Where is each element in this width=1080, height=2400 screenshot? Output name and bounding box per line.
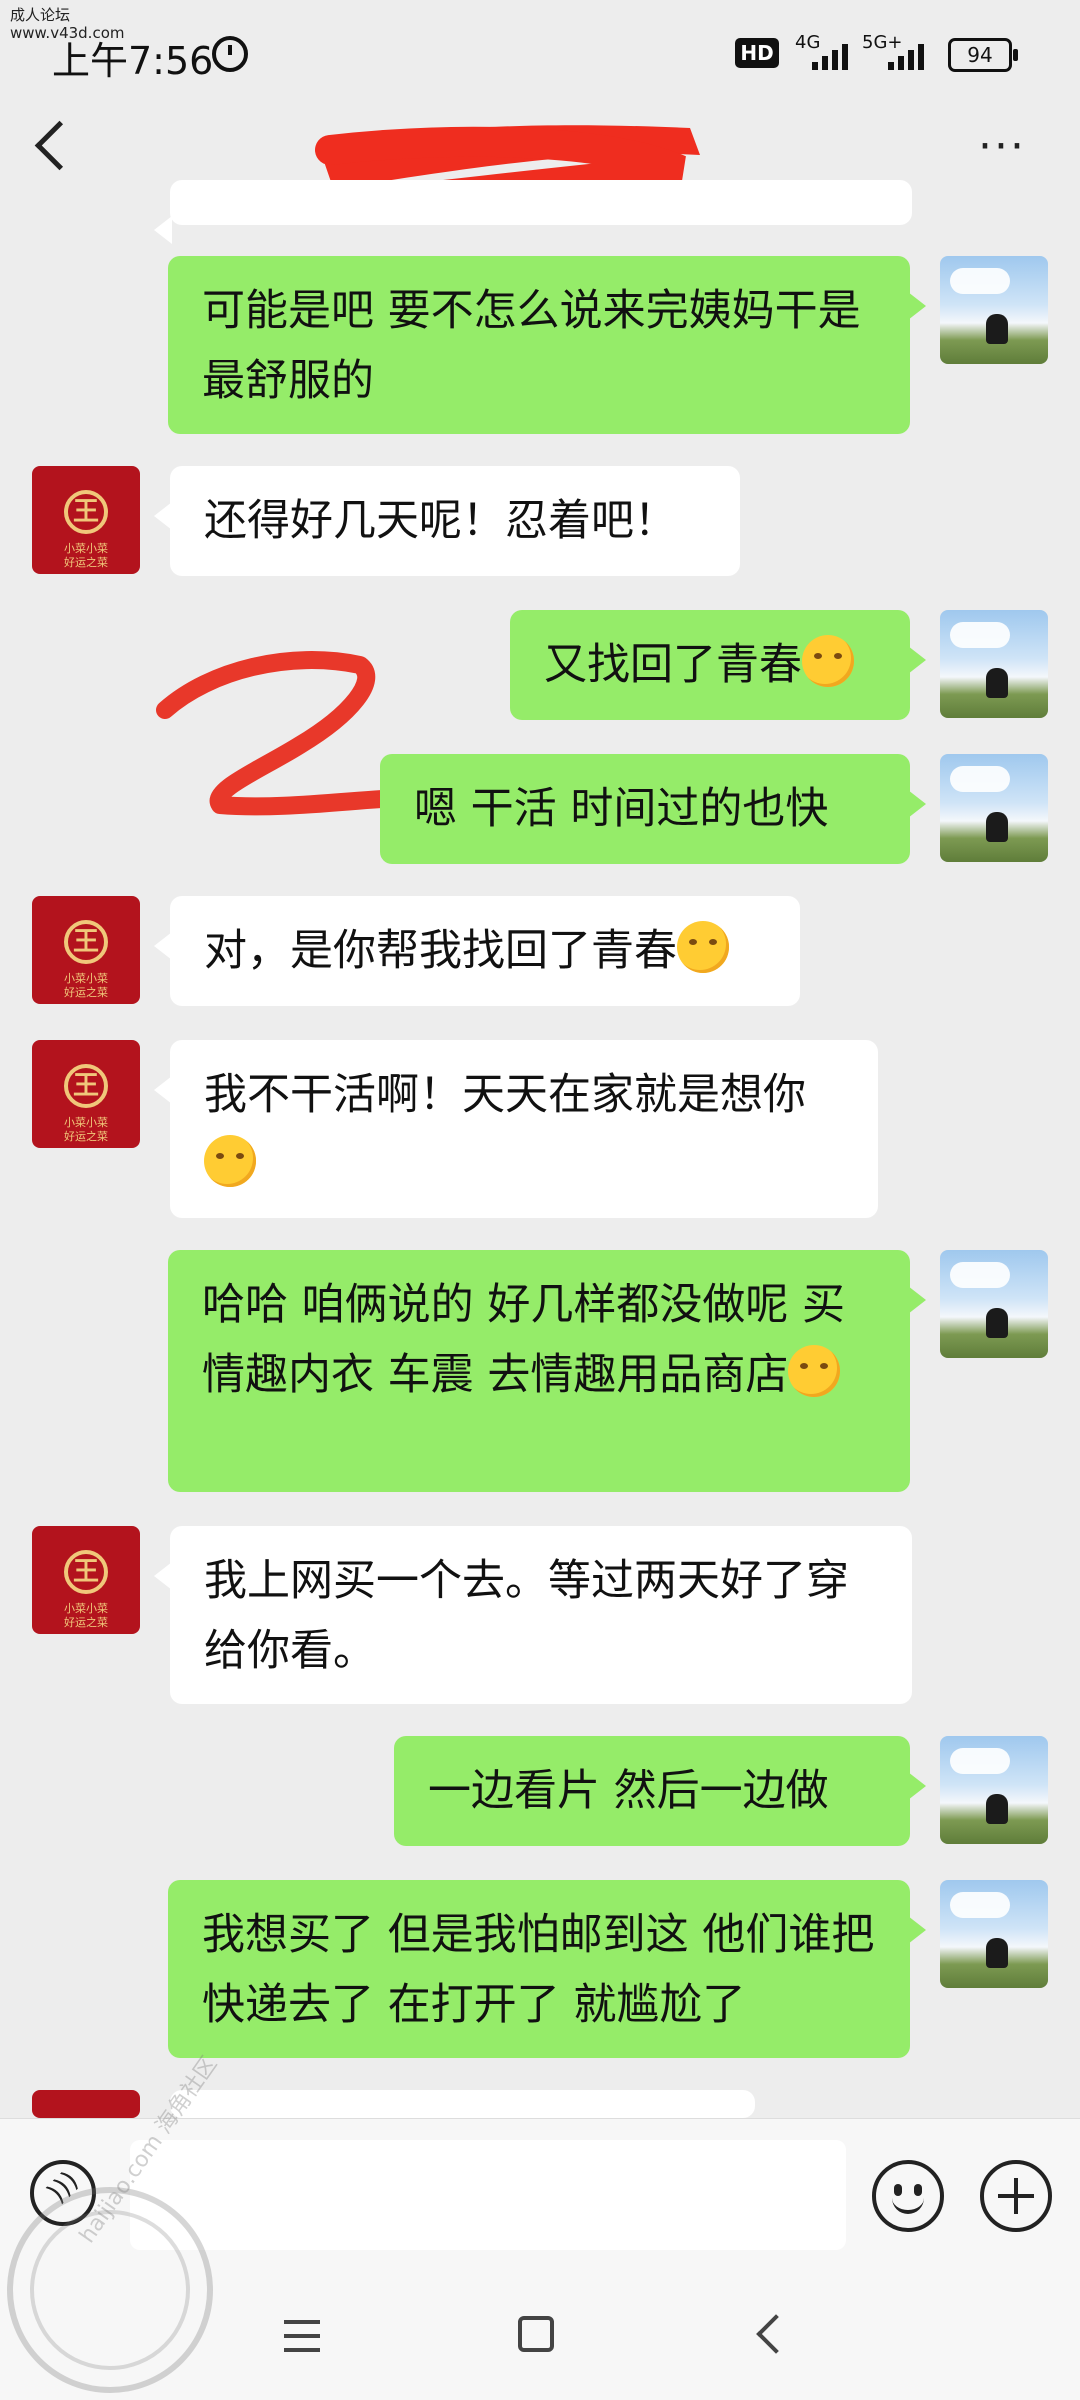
my-avatar[interactable] xyxy=(940,754,1048,862)
message-bubble-me[interactable]: 一边看片 然后一边做 xyxy=(394,1736,926,1846)
message-bubble-me[interactable]: 嗯 干活 时间过的也快 xyxy=(380,754,926,864)
message-text: 可能是吧 要不怎么说来完姨妈干是最舒服的 xyxy=(202,286,861,406)
avatar-seal: 王 xyxy=(64,490,108,534)
battery-indicator: 94 xyxy=(948,38,1018,72)
my-avatar[interactable] xyxy=(940,256,1048,364)
message-bubble-them[interactable]: 我上网买一个去。等过两天好了穿给你看。 xyxy=(154,1526,912,1704)
avatar-caption: 小菜小菜 好运之菜 xyxy=(64,1116,108,1143)
partial-message-bubble xyxy=(154,180,912,244)
contact-avatar[interactable]: 王 小菜小菜 好运之菜 xyxy=(32,466,140,574)
grin-face-emoji xyxy=(677,921,729,973)
avatar-caption: 小菜小菜 好运之菜 xyxy=(64,1602,108,1629)
message-text: 嗯 干活 时间过的也快 xyxy=(414,784,829,834)
plus-icon[interactable] xyxy=(980,2160,1052,2232)
status-time: 上午7:56 xyxy=(52,39,214,83)
red-annotation-scribble xyxy=(156,651,409,816)
pensive-face-emoji xyxy=(204,1135,256,1187)
contact-avatar[interactable]: 王 小菜小菜 好运之菜 xyxy=(32,896,140,1004)
my-avatar[interactable] xyxy=(940,610,1048,718)
message-bubble-them[interactable]: 我不干活啊！天天在家就是想你 xyxy=(154,1040,878,1218)
message-bubble-me[interactable]: 可能是吧 要不怎么说来完姨妈干是最舒服的 xyxy=(168,256,926,434)
signal-bars-icon xyxy=(812,40,860,70)
message-bubble-me[interactable]: 我想买了 但是我怕邮到这 他们谁把快递去了 在打开了 就尴尬了 xyxy=(168,1880,926,2058)
more-options-icon[interactable]: ··· xyxy=(978,125,1026,169)
my-avatar[interactable] xyxy=(940,1736,1048,1844)
alarm-icon xyxy=(212,36,248,72)
partial-message-bubble xyxy=(154,2090,755,2154)
avatar-caption: 小菜小菜 好运之菜 xyxy=(64,542,108,569)
message-text: 还得好几天呢！忍着吧！ xyxy=(204,496,677,546)
smirk-face-emoji xyxy=(802,635,854,687)
message-bubble-them[interactable]: 还得好几天呢！忍着吧！ xyxy=(154,466,740,576)
my-avatar[interactable] xyxy=(940,1880,1048,1988)
watermark-site-name: 成人论坛 xyxy=(10,6,71,24)
message-text: 我想买了 但是我怕邮到这 他们谁把快递去了 在打开了 就尴尬了 xyxy=(202,1910,875,2030)
my-avatar[interactable] xyxy=(940,1250,1048,1358)
avatar-seal: 王 xyxy=(64,920,108,964)
message-text: 我上网买一个去。等过两天好了穿给你看。 xyxy=(204,1556,849,1676)
message-text: 又找回了青春 xyxy=(544,640,802,690)
hd-voice-icon: HD xyxy=(735,38,779,68)
message-bubble-them[interactable]: 对，是你帮我找回了青春 xyxy=(154,896,800,1006)
contact-avatar[interactable]: 王 小菜小菜 好运之菜 xyxy=(32,1040,140,1148)
message-bubble-me[interactable]: 又找回了青春 xyxy=(510,610,926,720)
smirk-face-emoji xyxy=(788,1345,841,1397)
message-input[interactable] xyxy=(130,2140,846,2250)
home-icon[interactable] xyxy=(518,2316,554,2352)
message-text: 我不干活啊！天天在家就是想你 xyxy=(204,1070,806,1120)
avatar-seal: 王 xyxy=(64,1550,108,1594)
signal-bars-icon-2 xyxy=(888,40,936,70)
message-text: 对，是你帮我找回了青春 xyxy=(204,926,677,976)
message-text: 哈哈 咱俩说的 好几样都没做呢 买情趣内衣 车震 去情趣用品商店 xyxy=(202,1280,846,1400)
contact-avatar[interactable]: 王 小菜小菜 好运之菜 xyxy=(32,1526,140,1634)
avatar-caption: 小菜小菜 好运之菜 xyxy=(64,972,108,999)
avatar-seal: 王 xyxy=(64,1064,108,1108)
message-text: 一边看片 然后一边做 xyxy=(428,1766,829,1816)
menu-icon[interactable] xyxy=(284,2318,320,2354)
message-bubble-me[interactable]: 哈哈 咱俩说的 好几样都没做呢 买情趣内衣 车震 去情趣用品商店 xyxy=(168,1250,926,1492)
emoji-icon[interactable] xyxy=(872,2160,944,2232)
contact-avatar-partial xyxy=(32,2090,140,2118)
